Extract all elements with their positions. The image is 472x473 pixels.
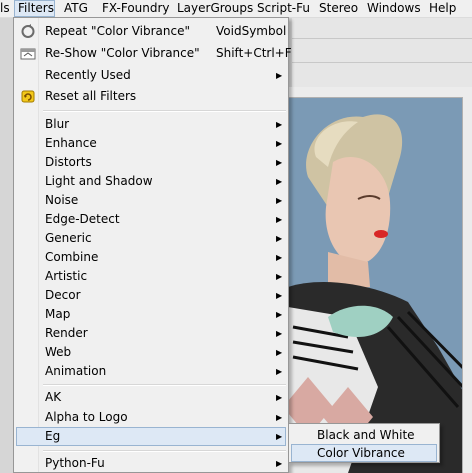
repeat-filter-icon xyxy=(20,24,36,39)
eg-submenu: Black and White Color Vibrance xyxy=(288,423,440,463)
menu-item-label: Recently Used xyxy=(45,68,131,82)
submenu-arrow-icon: ▶ xyxy=(276,139,283,148)
submenu-arrow-icon: ▶ xyxy=(276,432,283,441)
vertical-ruler[interactable] xyxy=(462,97,472,473)
submenu-arrow-icon: ▶ xyxy=(276,196,283,205)
menu-item-label: Noise xyxy=(45,193,79,207)
menu-item-animation[interactable]: Animation ▶ xyxy=(16,362,286,381)
menu-item-label: Edge-Detect xyxy=(45,212,120,226)
reset-filters-icon xyxy=(20,89,36,104)
menu-item-reshow[interactable]: Re-Show "Color Vibrance" Shift+Ctrl+F xyxy=(16,44,292,63)
submenu-arrow-icon: ▶ xyxy=(276,71,283,80)
menu-item-generic[interactable]: Generic ▶ xyxy=(16,229,286,248)
menu-item-label: Generic xyxy=(45,231,92,245)
menu-windows[interactable]: Windows xyxy=(367,0,421,17)
menu-filters[interactable]: Filters xyxy=(14,0,55,17)
menu-item-label: Render xyxy=(45,326,88,340)
menu-item-label: Alpha to Logo xyxy=(45,410,128,424)
submenu-arrow-icon: ▶ xyxy=(276,158,283,167)
menu-item-python-fu[interactable]: Python-Fu ▶ xyxy=(16,454,286,473)
submenu-arrow-icon: ▶ xyxy=(276,413,283,422)
submenu-arrow-icon: ▶ xyxy=(276,329,283,338)
menu-item-web[interactable]: Web ▶ xyxy=(16,343,286,362)
menu-item-label: Enhance xyxy=(45,136,97,150)
submenu-item-label: Black and White xyxy=(317,428,415,442)
menu-layers-partial[interactable]: ls xyxy=(0,0,10,17)
menu-item-recently-used[interactable]: Recently Used ▶ xyxy=(16,66,286,85)
menu-item-ak[interactable]: AK ▶ xyxy=(16,388,286,407)
menu-item-label: Combine xyxy=(45,250,99,264)
menu-item-decor[interactable]: Decor ▶ xyxy=(16,286,286,305)
image-canvas[interactable] xyxy=(288,87,472,473)
menu-item-label: Decor xyxy=(45,288,81,302)
portrait-image xyxy=(288,87,472,473)
menu-item-label: Eg xyxy=(45,429,61,443)
submenu-arrow-icon: ▶ xyxy=(276,310,283,319)
menu-item-label: Map xyxy=(45,307,71,321)
menu-item-light-and-shadow[interactable]: Light and Shadow ▶ xyxy=(16,172,286,191)
filters-menu: Repeat "Color Vibrance" VoidSymbol Re-Sh… xyxy=(13,17,292,473)
menu-item-alpha-to-logo[interactable]: Alpha to Logo ▶ xyxy=(16,408,286,427)
menu-separator xyxy=(43,110,286,112)
submenu-arrow-icon: ▶ xyxy=(276,215,283,224)
horizontal-ruler[interactable] xyxy=(288,87,472,98)
submenu-item-color-vibrance[interactable]: Color Vibrance xyxy=(291,444,437,462)
menu-separator xyxy=(43,384,286,386)
menu-item-repeat[interactable]: Repeat "Color Vibrance" VoidSymbol xyxy=(16,22,286,41)
menu-item-edge-detect[interactable]: Edge-Detect ▶ xyxy=(16,210,286,229)
submenu-arrow-icon: ▶ xyxy=(276,234,283,243)
menu-atg[interactable]: ATG xyxy=(64,0,88,17)
menu-item-label: Re-Show "Color Vibrance" xyxy=(45,46,200,60)
submenu-item-label: Color Vibrance xyxy=(317,446,405,460)
menu-fx-foundry[interactable]: FX-Foundry xyxy=(102,0,170,17)
menu-item-label: AK xyxy=(45,390,62,404)
menu-item-blur[interactable]: Blur ▶ xyxy=(16,115,286,134)
menu-item-shortcut: VoidSymbol xyxy=(216,24,287,38)
submenu-arrow-icon: ▶ xyxy=(276,120,283,129)
submenu-arrow-icon: ▶ xyxy=(276,367,283,376)
menu-item-label: Light and Shadow xyxy=(45,174,153,188)
menubar: ls Filters ATG FX-Foundry LayerGroups Sc… xyxy=(0,0,472,18)
submenu-arrow-icon: ▶ xyxy=(276,393,283,402)
submenu-arrow-icon: ▶ xyxy=(276,253,283,262)
menu-item-label: Distorts xyxy=(45,155,92,169)
menu-item-artistic[interactable]: Artistic ▶ xyxy=(16,267,286,286)
reshow-filter-icon xyxy=(20,46,36,61)
submenu-arrow-icon: ▶ xyxy=(276,459,283,468)
submenu-item-black-and-white[interactable]: Black and White xyxy=(291,426,437,444)
menu-item-noise[interactable]: Noise ▶ xyxy=(16,191,286,210)
menu-separator xyxy=(43,450,286,452)
strip-divider xyxy=(292,38,472,39)
menu-item-render[interactable]: Render ▶ xyxy=(16,324,286,343)
strip-divider xyxy=(292,62,472,63)
menu-item-label: Repeat "Color Vibrance" xyxy=(45,24,191,38)
menu-item-label: Web xyxy=(45,345,72,359)
menu-item-label: Reset all Filters xyxy=(45,89,137,103)
submenu-arrow-icon: ▶ xyxy=(276,177,283,186)
menu-item-shortcut: Shift+Ctrl+F xyxy=(216,46,292,60)
menu-layergroups[interactable]: LayerGroups xyxy=(177,0,253,17)
menu-item-label: Blur xyxy=(45,117,70,131)
submenu-arrow-icon: ▶ xyxy=(276,348,283,357)
menu-script-fu[interactable]: Script-Fu xyxy=(257,0,310,17)
menu-item-enhance[interactable]: Enhance ▶ xyxy=(16,134,286,153)
menu-item-label: Animation xyxy=(45,364,107,378)
menu-item-map[interactable]: Map ▶ xyxy=(16,305,286,324)
menu-item-eg[interactable]: Eg ▶ xyxy=(16,427,286,446)
submenu-arrow-icon: ▶ xyxy=(276,272,283,281)
menu-item-distorts[interactable]: Distorts ▶ xyxy=(16,153,286,172)
submenu-arrow-icon: ▶ xyxy=(276,291,283,300)
menu-item-reset-all[interactable]: Reset all Filters xyxy=(16,87,286,106)
toolbox-strip xyxy=(292,18,472,87)
menu-item-label: Artistic xyxy=(45,269,88,283)
menu-item-combine[interactable]: Combine ▶ xyxy=(16,248,286,267)
menu-help[interactable]: Help xyxy=(429,0,456,17)
menu-item-label: Python-Fu xyxy=(45,456,105,470)
menu-stereo[interactable]: Stereo xyxy=(319,0,358,17)
